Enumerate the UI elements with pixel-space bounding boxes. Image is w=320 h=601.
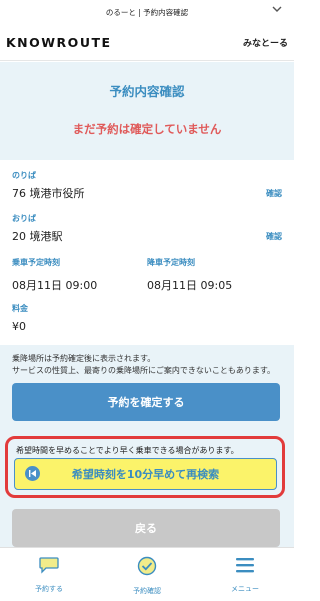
- fare-value: ¥0: [12, 320, 26, 333]
- pickup-confirm-link[interactable]: 確認: [266, 188, 282, 199]
- highlight-frame: 希望時間を早めることでより早く乗車できる場合があります。 希望時刻を10分早めて…: [5, 436, 285, 498]
- tab-reserve-label: 予約する: [35, 585, 63, 593]
- pickup-section: のりば 76 境港市役所 確認: [12, 170, 282, 201]
- time-section: 乗車予定時刻 08月11日 09:00 降車予定時刻 08月11日 09:05: [12, 257, 282, 293]
- alighting-time-label: 降車予定時刻: [147, 258, 195, 267]
- check-circle-icon: [137, 556, 157, 580]
- dropoff-label: おりば: [12, 214, 36, 223]
- area-link[interactable]: みなとーる: [243, 36, 288, 49]
- confirm-reservation-button[interactable]: 予約を確定する: [12, 383, 280, 421]
- tab-reservation-check[interactable]: 予約確認: [98, 548, 196, 601]
- bottom-tab-bar: 予約する 予約確認 メニュー: [0, 547, 294, 601]
- notice-line-1: 乗降場所は予約確定後に表示されます。: [12, 354, 156, 363]
- page-context-title: のるーと | 予約内容確認: [105, 7, 189, 17]
- dropoff-confirm-link[interactable]: 確認: [266, 231, 282, 242]
- skip-back-icon: [25, 466, 40, 481]
- boarding-time-value: 08月11日 09:00: [12, 279, 98, 292]
- notice-line-2: サービスの性質上、最寄りの乗降場所にご案内できないこともあります。: [12, 366, 276, 375]
- reservation-summary-panel: 予約内容確認 まだ予約は確定していません: [0, 62, 294, 160]
- chat-bubble-icon: [38, 556, 60, 578]
- tab-reserve[interactable]: 予約する: [0, 548, 98, 601]
- earlier-time-hint: 希望時間を早めることでより早く乗車できる場合があります。: [16, 446, 239, 455]
- boarding-time-label: 乗車予定時刻: [12, 258, 60, 267]
- alighting-time-value: 08月11日 09:05: [147, 279, 233, 292]
- research-earlier-button[interactable]: 希望時刻を10分早めて再検索: [14, 458, 277, 490]
- chevron-down-icon[interactable]: [272, 5, 282, 16]
- status-bar: のるーと | 予約内容確認: [0, 0, 294, 24]
- pickup-label: のりば: [12, 171, 36, 180]
- hamburger-menu-icon: [235, 556, 255, 578]
- tab-reservation-check-label: 予約確認: [133, 587, 161, 595]
- pickup-value: 76 境港市役所: [12, 187, 85, 200]
- app-header: KNOWROUTE みなとーる: [0, 24, 294, 61]
- fare-label: 料金: [12, 304, 28, 313]
- tab-menu[interactable]: メニュー: [196, 548, 294, 601]
- tab-menu-label: メニュー: [231, 585, 259, 593]
- action-panel: 乗降場所は予約確定後に表示されます。 サービスの性質上、最寄りの乗降場所にご案内…: [0, 345, 294, 568]
- back-button[interactable]: 戻る: [12, 509, 280, 547]
- page-title: 予約内容確認: [109, 84, 185, 99]
- alighting-time-group: 降車予定時刻 08月11日 09:05: [147, 257, 282, 293]
- research-earlier-label: 希望時刻を10分早めて再検索: [71, 468, 220, 481]
- dropoff-section: おりば 20 境港駅 確認: [12, 213, 282, 244]
- dropoff-value: 20 境港駅: [12, 230, 63, 243]
- fare-section: 料金 ¥0: [12, 303, 282, 345]
- knowroute-logo[interactable]: KNOWROUTE: [6, 35, 112, 50]
- boarding-time-group: 乗車予定時刻 08月11日 09:00: [12, 257, 147, 293]
- unconfirmed-warning: まだ予約は確定していません: [72, 122, 222, 136]
- reservation-details: のりば 76 境港市役所 確認 おりば 20 境港駅 確認 乗車予定時刻 08月…: [0, 170, 294, 345]
